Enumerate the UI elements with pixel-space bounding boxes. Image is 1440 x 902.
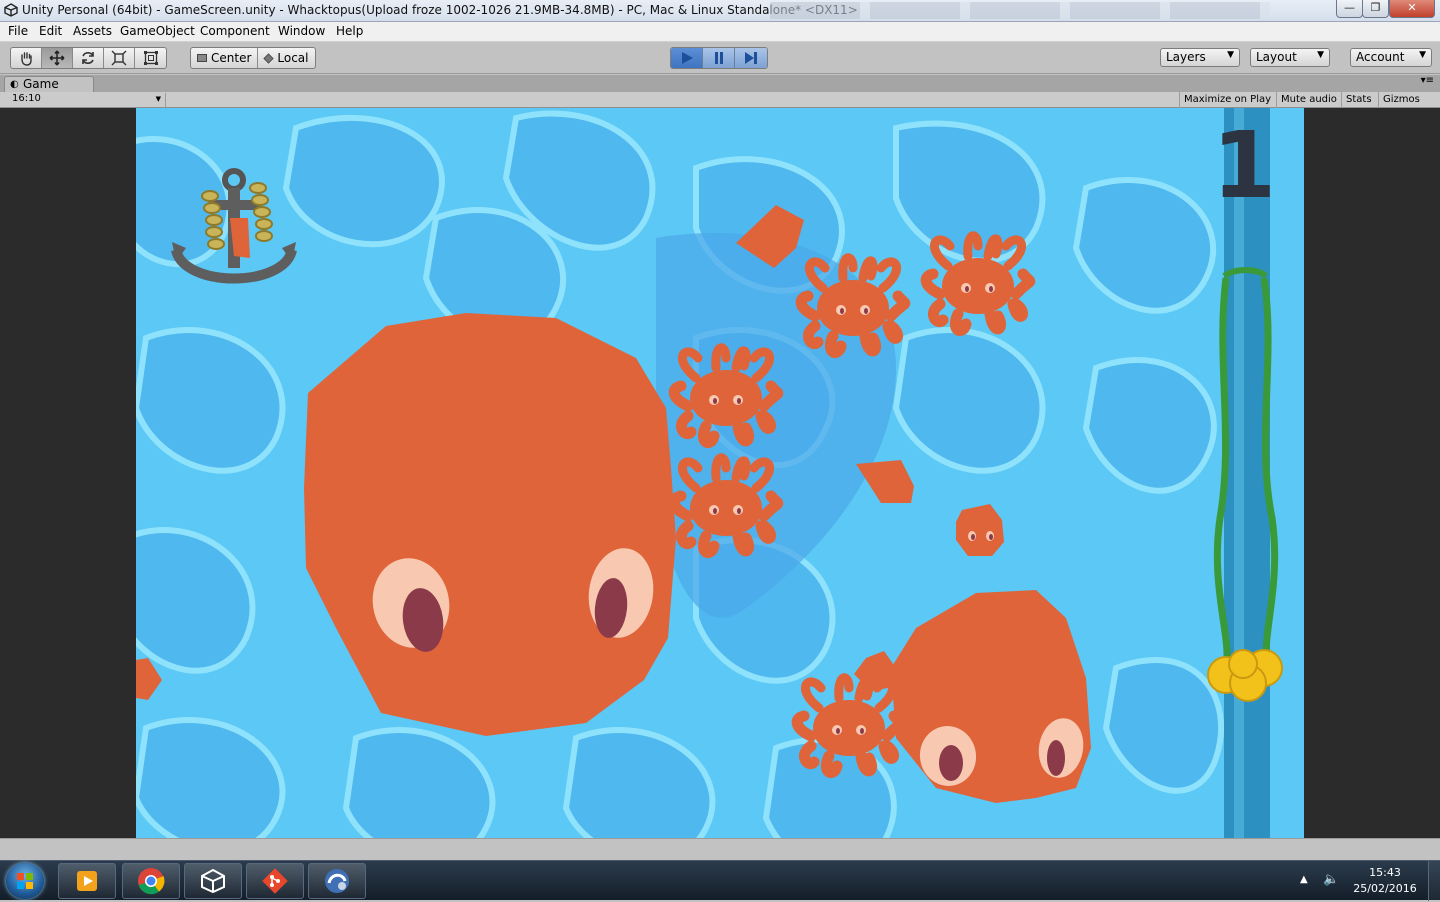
rect-transform-icon	[143, 51, 158, 65]
taskbar-remote-desktop[interactable]	[308, 863, 366, 899]
windows-taskbar: ▲ 🔈 15:43 25/02/2016	[0, 860, 1440, 901]
move-tool-button[interactable]	[42, 48, 73, 68]
pivot-center-icon	[197, 54, 207, 62]
rotate-icon	[82, 52, 94, 64]
play-button[interactable]	[671, 48, 703, 68]
clock-time: 15:43	[1369, 866, 1401, 879]
play-icon	[681, 52, 693, 64]
taskbar-git[interactable]	[246, 863, 304, 899]
giant-octopus[interactable]	[304, 313, 676, 736]
game-view-toolbar: 16:10 ▼ Maximize on Play Mute audio Stat…	[0, 92, 1440, 108]
gizmos-dropdown[interactable]: Gizmos	[1378, 92, 1424, 108]
pivot-local-toggle[interactable]: Local	[258, 48, 314, 68]
step-icon	[745, 52, 757, 64]
pivot-center-toggle[interactable]: Center	[191, 48, 259, 68]
show-hidden-icons-icon[interactable]: ▲	[1300, 874, 1308, 885]
score-counter: 1	[1212, 112, 1277, 219]
taskbar-unity[interactable]	[184, 863, 242, 899]
tab-game[interactable]: ◐ Game	[4, 76, 94, 92]
menu-bar: File Edit Assets GameObject Component Wi…	[0, 22, 1440, 42]
remote-desktop-icon	[325, 869, 349, 893]
tab-menu-icon[interactable]: ▾≡	[1421, 75, 1434, 86]
layers-label: Layers	[1166, 50, 1206, 64]
chevron-down-icon: ▼	[1317, 50, 1324, 60]
background-window-tabs	[770, 2, 1270, 19]
step-button[interactable]	[735, 48, 767, 68]
taskbar-chrome[interactable]	[122, 863, 180, 899]
menu-gameobject[interactable]: GameObject	[120, 24, 195, 38]
clock-date: 25/02/2016	[1353, 882, 1417, 895]
aspect-ratio-value: 16:10	[12, 93, 41, 104]
minimize-button[interactable]: —	[1336, 0, 1363, 18]
maximize-button[interactable]: ❐	[1362, 0, 1389, 18]
chevron-down-icon: ▼	[1419, 50, 1426, 60]
layers-dropdown[interactable]: Layers ▼	[1160, 48, 1240, 67]
menu-assets[interactable]: Assets	[73, 24, 112, 38]
maximize-on-play-toggle[interactable]: Maximize on Play	[1179, 92, 1275, 108]
toolbar: Center Local Layers ▼ Layout ▼ Account ▼	[0, 42, 1440, 74]
unity-logo-icon	[4, 3, 18, 17]
pivot-toggles: Center Local	[190, 47, 316, 69]
playback-controls	[670, 47, 768, 69]
chevron-down-icon: ▼	[155, 95, 161, 103]
rotate-tool-button[interactable]	[73, 48, 104, 68]
pause-icon	[714, 52, 723, 64]
close-button[interactable]: ✕	[1389, 0, 1435, 18]
chevron-down-icon: ▼	[1227, 50, 1234, 60]
window-title: Unity Personal (64bit) - GameScreen.unit…	[22, 3, 858, 17]
menu-window[interactable]: Window	[278, 24, 325, 38]
pivot-center-label: Center	[211, 51, 252, 65]
stats-toggle[interactable]: Stats	[1341, 92, 1376, 108]
account-label: Account	[1356, 50, 1405, 64]
menu-help[interactable]: Help	[336, 24, 363, 38]
hand-icon	[21, 52, 32, 66]
tab-strip: ◐ Game ▾≡	[0, 75, 1440, 92]
system-clock[interactable]: 15:43 25/02/2016	[1350, 865, 1420, 897]
git-icon	[262, 868, 288, 894]
show-desktop-button[interactable]	[1428, 861, 1440, 901]
windows-logo-icon	[17, 873, 33, 889]
game-pacman-icon: ◐	[10, 79, 19, 90]
layout-label: Layout	[1256, 50, 1297, 64]
status-bar	[0, 838, 1440, 860]
hand-tool-button[interactable]	[11, 48, 42, 68]
start-button[interactable]	[6, 863, 44, 899]
scale-tool-button[interactable]	[104, 48, 135, 68]
menu-component[interactable]: Component	[200, 24, 270, 38]
move-arrows-icon	[49, 50, 65, 66]
title-bar: Unity Personal (64bit) - GameScreen.unit…	[0, 0, 1440, 22]
taskbar-media-player[interactable]	[58, 863, 116, 899]
chrome-icon	[138, 868, 165, 895]
mute-audio-toggle[interactable]: Mute audio	[1276, 92, 1341, 108]
scale-icon	[111, 50, 127, 66]
rect-tool-button[interactable]	[135, 48, 166, 68]
unity-icon	[201, 868, 225, 894]
game-canvas[interactable]	[136, 108, 1304, 838]
volume-icon[interactable]: 🔈	[1323, 872, 1339, 887]
tab-game-label: Game	[23, 77, 59, 91]
transform-tools	[10, 47, 167, 69]
pause-button[interactable]	[703, 48, 735, 68]
account-dropdown[interactable]: Account ▼	[1350, 48, 1432, 67]
menu-file[interactable]: File	[8, 24, 28, 38]
cube-icon	[263, 52, 274, 64]
menu-edit[interactable]: Edit	[39, 24, 62, 38]
pivot-local-label: Local	[277, 51, 309, 65]
media-player-icon	[77, 871, 97, 891]
layout-dropdown[interactable]: Layout ▼	[1250, 48, 1330, 67]
aspect-ratio-dropdown[interactable]: 16:10 ▼	[8, 93, 166, 107]
